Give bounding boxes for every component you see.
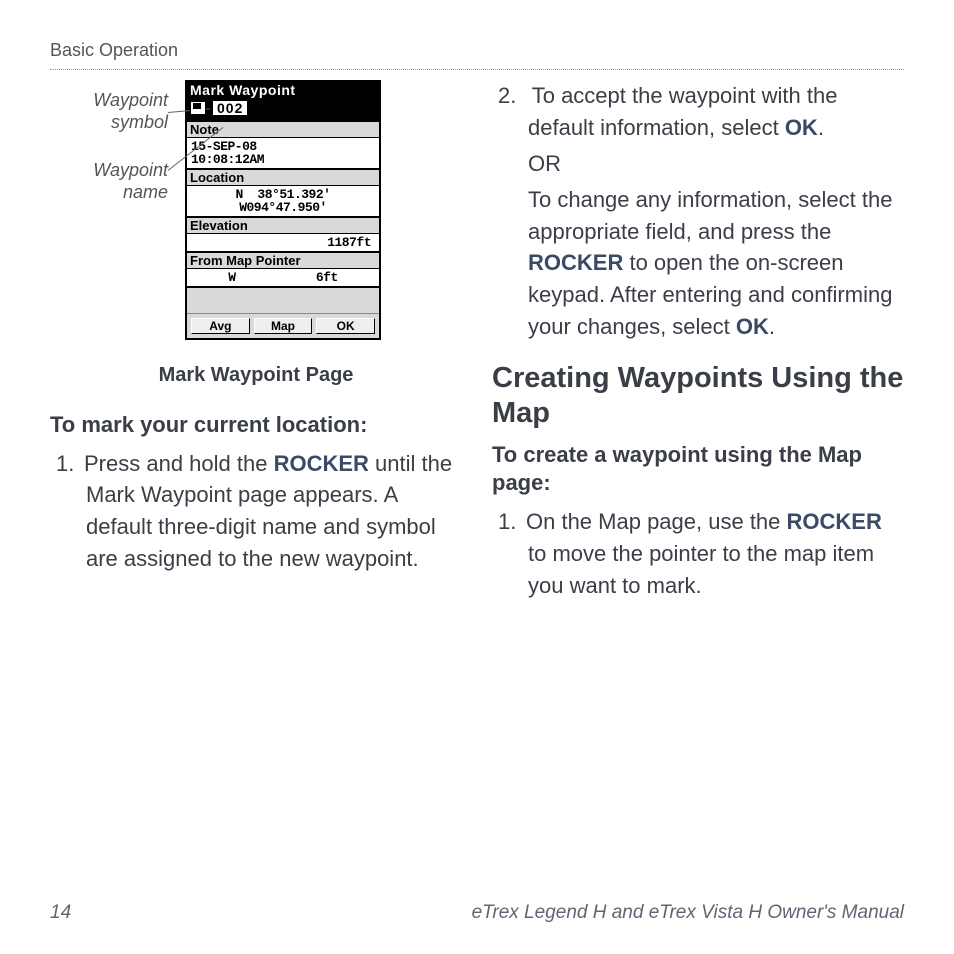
- elevation-label: Elevation: [187, 218, 379, 234]
- steps-map: On the Map page, use the ROCKER to move …: [492, 506, 904, 602]
- step-2: To accept the waypoint with the default …: [492, 80, 904, 343]
- section-heading-map: Creating Waypoints Using the Map: [492, 361, 904, 431]
- avg-button[interactable]: Avg: [191, 318, 250, 334]
- from-pointer-label: From Map Pointer: [187, 253, 379, 269]
- device-screen: Mark Waypoint 002 Note 15-SEP-0810:08:12…: [185, 80, 381, 340]
- callout-waypoint-symbol: Waypoint symbol: [68, 90, 168, 133]
- section-header: Basic Operation: [50, 40, 904, 70]
- note-label: Note: [187, 122, 379, 138]
- map-button[interactable]: Map: [254, 318, 313, 334]
- from-pointer-value: W 6ft: [187, 269, 379, 288]
- manual-title: eTrex Legend H and eTrex Vista H Owner's…: [472, 902, 904, 924]
- sub-heading-mark: To mark your current location:: [50, 411, 462, 440]
- note-value[interactable]: 15-SEP-0810:08:12AM: [187, 138, 379, 170]
- rocker-keyword: ROCKER: [528, 250, 623, 275]
- map-step-1: On the Map page, use the ROCKER to move …: [492, 506, 904, 602]
- page-number: 14: [50, 902, 71, 924]
- screen-title: Mark Waypoint: [187, 82, 379, 98]
- figure-caption: Mark Waypoint Page: [50, 364, 462, 387]
- date-line2: 10:08:12AM: [191, 152, 264, 167]
- rocker-keyword: ROCKER: [787, 509, 882, 534]
- elevation-value[interactable]: 1187ft: [187, 234, 379, 253]
- ok-keyword: OK: [736, 314, 769, 339]
- location-label: Location: [187, 170, 379, 186]
- waypoint-name-field[interactable]: 002: [212, 100, 248, 116]
- callout-waypoint-name: Waypoint name: [68, 160, 168, 203]
- ok-keyword: OK: [785, 115, 818, 140]
- page-footer: 14 eTrex Legend H and eTrex Vista H Owne…: [50, 902, 904, 924]
- ok-button[interactable]: OK: [316, 318, 375, 334]
- steps-mark: Press and hold the ROCKER until the Mark…: [50, 448, 462, 576]
- screen-name-row: 002: [187, 98, 379, 122]
- location-value[interactable]: N 38°51.392' W094°47.950': [187, 186, 379, 218]
- waypoint-flag-icon: [190, 101, 206, 115]
- step-1: Press and hold the ROCKER until the Mark…: [50, 448, 462, 576]
- device-figure: Waypoint symbol Waypoint name Mark Waypo…: [50, 80, 462, 340]
- or-label: OR: [528, 148, 904, 180]
- steps-mark-continued: To accept the waypoint with the default …: [492, 80, 904, 343]
- sub-heading-map: To create a waypoint using the Map page:: [492, 441, 904, 498]
- rocker-keyword: ROCKER: [274, 451, 369, 476]
